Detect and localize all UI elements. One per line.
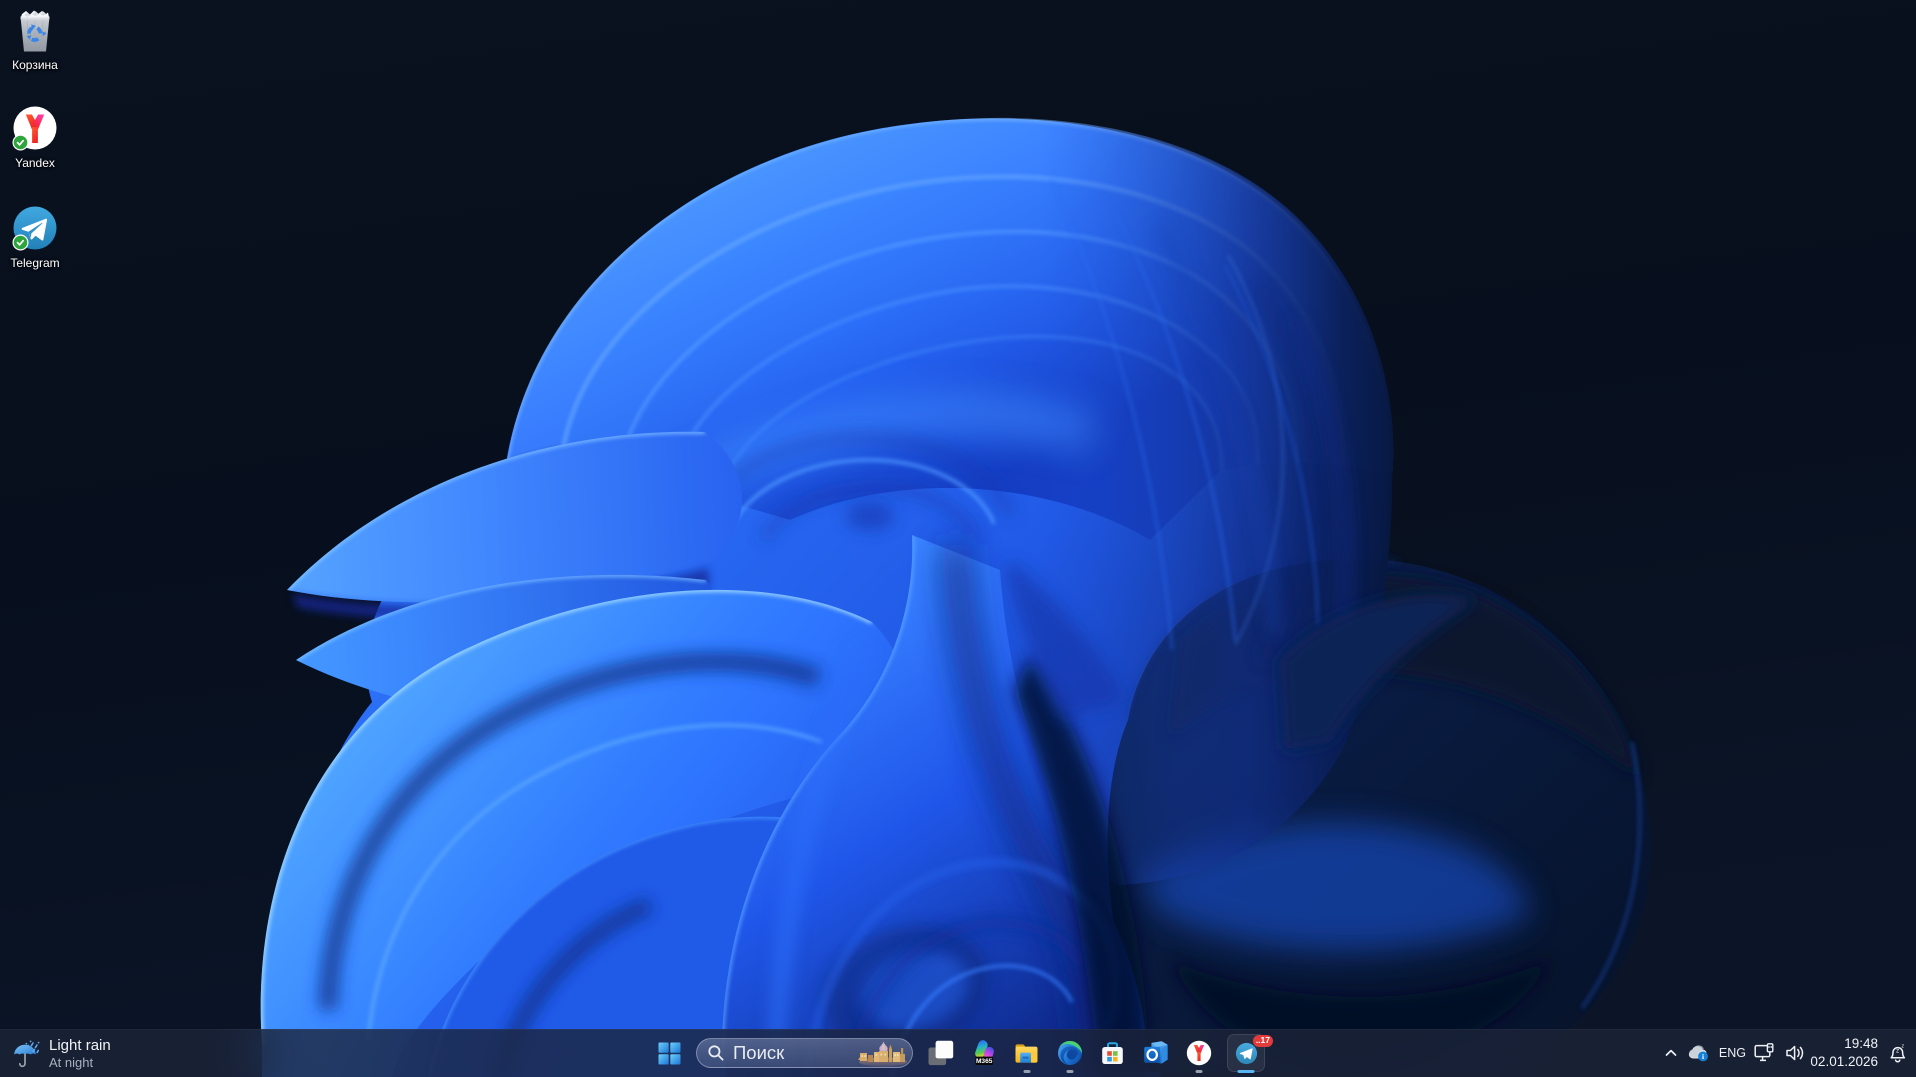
svg-text:M365: M365 — [975, 1058, 992, 1065]
svg-text:z: z — [1901, 1043, 1904, 1049]
svg-text:z: z — [1895, 1047, 1898, 1054]
svg-text:i: i — [1702, 1052, 1704, 1061]
